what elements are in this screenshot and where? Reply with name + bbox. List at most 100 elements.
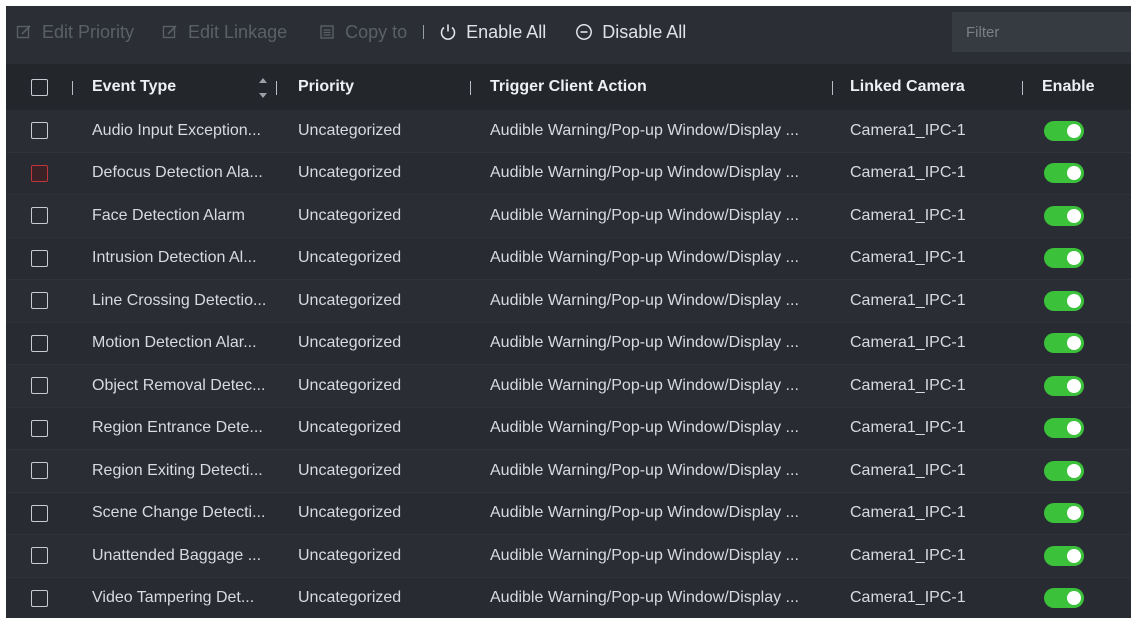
enable-toggle[interactable] bbox=[1044, 290, 1084, 311]
priority-cell: Uncategorized bbox=[298, 249, 402, 267]
table-row[interactable]: Motion Detection Alar... Uncategorized A… bbox=[6, 322, 1131, 365]
table-row[interactable]: Face Detection Alarm Uncategorized Audib… bbox=[6, 195, 1131, 238]
row-checkbox[interactable] bbox=[30, 122, 48, 140]
trigger-action-cell: Audible Warning/Pop-up Window/Display ..… bbox=[490, 164, 799, 182]
edit-linkage-button[interactable]: Edit Linkage bbox=[160, 6, 287, 58]
table-row[interactable]: Intrusion Detection Al... Uncategorized … bbox=[6, 237, 1131, 280]
filter-input[interactable] bbox=[952, 12, 1131, 52]
row-checkbox[interactable] bbox=[30, 419, 48, 437]
table-row[interactable]: Scene Change Detecti... Uncategorized Au… bbox=[6, 492, 1131, 535]
edit-priority-label: Edit Priority bbox=[42, 21, 135, 42]
row-checkbox[interactable] bbox=[30, 377, 48, 395]
row-check-cell bbox=[28, 408, 50, 450]
row-checkbox[interactable] bbox=[30, 164, 48, 182]
row-checkbox[interactable] bbox=[30, 334, 48, 352]
linked-camera-cell: Camera1_IPC-1 bbox=[850, 419, 966, 437]
column-divider bbox=[72, 81, 73, 95]
enable-cell bbox=[1042, 493, 1102, 535]
enable-toggle[interactable] bbox=[1044, 545, 1084, 566]
row-checkbox[interactable] bbox=[30, 547, 48, 565]
enable-toggle[interactable] bbox=[1044, 163, 1084, 184]
row-check-cell bbox=[28, 153, 50, 195]
header-event-type[interactable]: Event Type bbox=[92, 64, 282, 110]
enable-toggle[interactable] bbox=[1044, 503, 1084, 524]
trigger-action-cell: Audible Warning/Pop-up Window/Display ..… bbox=[490, 419, 799, 437]
row-checkbox[interactable] bbox=[30, 589, 48, 607]
header-priority[interactable]: Priority bbox=[298, 64, 468, 110]
header-trigger-client-action[interactable]: Trigger Client Action bbox=[490, 64, 830, 110]
enable-all-label: Enable All bbox=[466, 21, 547, 42]
priority-cell: Uncategorized bbox=[298, 376, 402, 394]
linked-camera-cell: Camera1_IPC-1 bbox=[850, 206, 966, 224]
table-row[interactable]: Video Tampering Det... Uncategorized Aud… bbox=[6, 577, 1131, 619]
header-linked-camera[interactable]: Linked Camera bbox=[850, 64, 1020, 110]
priority-cell: Uncategorized bbox=[298, 504, 402, 522]
enable-cell bbox=[1042, 110, 1102, 152]
row-check-cell bbox=[28, 323, 50, 365]
linked-camera-cell: Camera1_IPC-1 bbox=[850, 249, 966, 267]
enable-cell bbox=[1042, 153, 1102, 195]
disable-all-button[interactable]: Disable All bbox=[574, 6, 686, 58]
table-row[interactable]: Object Removal Detec... Uncategorized Au… bbox=[6, 365, 1131, 408]
enable-toggle[interactable] bbox=[1044, 418, 1084, 439]
table-row[interactable]: Unattended Baggage ... Uncategorized Aud… bbox=[6, 535, 1131, 578]
row-checkbox[interactable] bbox=[30, 292, 48, 310]
event-type-cell: Unattended Baggage ... bbox=[92, 546, 262, 564]
select-all-checkbox[interactable] bbox=[30, 78, 48, 96]
event-type-cell: Scene Change Detecti... bbox=[92, 504, 266, 522]
row-checkbox[interactable] bbox=[30, 207, 48, 225]
priority-cell: Uncategorized bbox=[298, 206, 402, 224]
enable-toggle[interactable] bbox=[1044, 120, 1084, 141]
priority-cell: Uncategorized bbox=[298, 291, 402, 309]
edit-linkage-label: Edit Linkage bbox=[188, 21, 288, 42]
row-checkbox[interactable] bbox=[30, 504, 48, 522]
enable-cell bbox=[1042, 578, 1102, 619]
priority-cell: Uncategorized bbox=[298, 334, 402, 352]
priority-cell: Uncategorized bbox=[298, 419, 402, 437]
event-configuration-panel: Edit Priority Edit Linkage Copy to Enabl… bbox=[6, 6, 1131, 618]
edit-icon bbox=[160, 22, 180, 42]
power-icon bbox=[438, 22, 458, 42]
event-type-cell: Defocus Detection Ala... bbox=[92, 164, 263, 182]
copy-to-button[interactable]: Copy to bbox=[317, 6, 407, 58]
enable-toggle[interactable] bbox=[1044, 333, 1084, 354]
table-row[interactable]: Audio Input Exception... Uncategorized A… bbox=[6, 110, 1131, 153]
copy-icon bbox=[317, 22, 337, 42]
enable-toggle[interactable] bbox=[1044, 205, 1084, 226]
table-row[interactable]: Region Entrance Dete... Uncategorized Au… bbox=[6, 407, 1131, 450]
enable-cell bbox=[1042, 365, 1102, 407]
enable-toggle[interactable] bbox=[1044, 248, 1084, 269]
row-check-cell bbox=[28, 110, 50, 152]
edit-priority-button[interactable]: Edit Priority bbox=[14, 6, 134, 58]
table-row[interactable]: Defocus Detection Ala... Uncategorized A… bbox=[6, 152, 1131, 195]
toolbar-divider bbox=[423, 25, 425, 39]
linked-camera-cell: Camera1_IPC-1 bbox=[850, 546, 966, 564]
column-divider bbox=[470, 81, 471, 95]
enable-toggle[interactable] bbox=[1044, 375, 1084, 396]
enable-toggle[interactable] bbox=[1044, 460, 1084, 481]
row-check-cell bbox=[28, 578, 50, 619]
header-enable: Enable bbox=[1042, 78, 1095, 95]
row-checkbox[interactable] bbox=[30, 249, 48, 267]
table-row[interactable]: Line Crossing Detectio... Uncategorized … bbox=[6, 280, 1131, 323]
edit-icon bbox=[14, 22, 34, 42]
enable-toggle[interactable] bbox=[1044, 588, 1084, 609]
enable-cell bbox=[1042, 408, 1102, 450]
table-row[interactable]: Region Exiting Detecti... Uncategorized … bbox=[6, 450, 1131, 493]
priority-cell: Uncategorized bbox=[298, 546, 402, 564]
trigger-action-cell: Audible Warning/Pop-up Window/Display ..… bbox=[490, 461, 799, 479]
toolbar: Edit Priority Edit Linkage Copy to Enabl… bbox=[6, 6, 1131, 58]
trigger-action-cell: Audible Warning/Pop-up Window/Display ..… bbox=[490, 291, 799, 309]
disable-all-label: Disable All bbox=[602, 21, 687, 42]
priority-cell: Uncategorized bbox=[298, 121, 402, 139]
enable-cell bbox=[1042, 238, 1102, 280]
trigger-action-cell: Audible Warning/Pop-up Window/Display ..… bbox=[490, 504, 799, 522]
enable-all-button[interactable]: Enable All bbox=[438, 6, 546, 58]
row-checkbox[interactable] bbox=[30, 462, 48, 480]
enable-cell bbox=[1042, 323, 1102, 365]
trigger-action-cell: Audible Warning/Pop-up Window/Display ..… bbox=[490, 376, 799, 394]
linked-camera-cell: Camera1_IPC-1 bbox=[850, 164, 966, 182]
sort-icon[interactable] bbox=[258, 78, 268, 98]
event-type-cell: Region Exiting Detecti... bbox=[92, 461, 263, 479]
event-type-cell: Audio Input Exception... bbox=[92, 121, 261, 139]
